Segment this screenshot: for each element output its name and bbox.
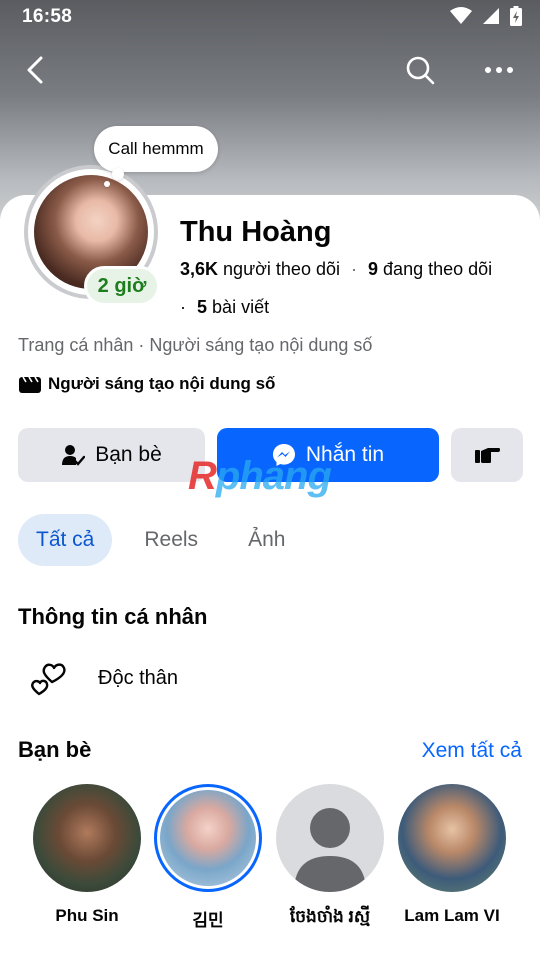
watermark-r: R <box>188 454 217 498</box>
friend-card[interactable]: 김민 <box>148 784 268 931</box>
friend-name: ចែងចាំង រស្មី <box>289 907 371 926</box>
status-icons <box>450 6 522 26</box>
relationship-status: Độc thân <box>98 666 179 689</box>
friend-avatar-default[interactable] <box>276 784 384 892</box>
search-icon <box>406 56 435 85</box>
clapperboard-icon <box>19 376 41 393</box>
friend-name: 김민 <box>192 911 224 930</box>
active-status-text: 2 giờ <box>97 274 147 297</box>
battery-icon <box>510 6 522 26</box>
status-time: 16:58 <box>22 6 73 27</box>
friends-button-label: Bạn bè <box>95 443 162 466</box>
signal-icon <box>483 8 499 24</box>
default-person-icon <box>294 808 366 892</box>
profile-stats: 3,6K người theo dõi · 9 đang theo dõi <box>180 259 492 280</box>
creator-label: Người sáng tạo nội dung số <box>48 374 276 393</box>
hearts-icon <box>31 663 66 696</box>
followers-count[interactable]: 3,6K <box>180 259 218 279</box>
friend-card[interactable]: ចែងចាំង រស្មី <box>270 784 390 931</box>
followers-label[interactable]: người theo dõi <box>223 259 340 279</box>
posts-count: 5 <box>197 297 208 317</box>
posts-label: bài viết <box>212 297 270 317</box>
back-arrow-icon <box>27 56 43 84</box>
watermark-text: phang <box>215 454 332 498</box>
note-tail-dot <box>112 168 124 180</box>
profile-category: Trang cá nhân · Người sáng tạo nội dung … <box>18 335 373 355</box>
friends-section-title: Bạn bè <box>18 737 92 762</box>
watermark-logo: Rphang <box>188 454 332 499</box>
profile-name: Thu Hoàng <box>180 216 332 248</box>
separator-dot: · <box>180 297 186 317</box>
friends-button[interactable]: Bạn bè <box>18 428 205 482</box>
back-button[interactable] <box>14 48 58 92</box>
tab-photos[interactable]: Ảnh <box>230 514 303 566</box>
posts-stat: · 5 bài viết <box>180 297 269 318</box>
friend-check-icon <box>62 445 86 466</box>
friend-avatar-story[interactable] <box>154 784 262 892</box>
friend-name: Phu Sin <box>55 906 119 925</box>
more-dots-icon <box>485 67 513 73</box>
wifi-icon <box>450 7 472 24</box>
friend-avatar[interactable] <box>33 784 141 892</box>
friend-name: Lam Lam VI <box>404 906 500 925</box>
creator-row: Người sáng tạo nội dung số <box>18 374 275 394</box>
relationship-row: Độc thân <box>28 660 178 696</box>
friend-avatar[interactable] <box>398 784 506 892</box>
poke-hand-icon <box>475 448 500 463</box>
friend-card[interactable]: Lam Lam VI <box>392 784 512 926</box>
note-text: Call hemmm <box>108 139 204 158</box>
following-count[interactable]: 9 <box>368 259 378 279</box>
tab-all[interactable]: Tất cả <box>18 514 113 566</box>
note-bubble[interactable]: Call hemmm <box>94 126 218 172</box>
following-label[interactable]: đang theo dõi <box>383 259 492 279</box>
see-all-friends-link[interactable]: Xem tất cả <box>422 739 522 763</box>
profile-tabs: Tất cả Reels Ảnh <box>18 514 303 566</box>
active-status-badge: 2 giờ <box>84 266 160 306</box>
personal-info-title: Thông tin cá nhân <box>18 604 208 629</box>
poke-button[interactable] <box>451 428 523 482</box>
friend-card[interactable]: Phu Sin <box>27 784 147 926</box>
note-tail-dot-small <box>104 181 110 187</box>
tab-reels[interactable]: Reels <box>126 514 216 566</box>
separator-dot: · <box>351 259 357 279</box>
status-bar: 16:58 <box>0 0 540 34</box>
more-options-button[interactable] <box>477 48 521 92</box>
search-button[interactable] <box>398 48 442 92</box>
